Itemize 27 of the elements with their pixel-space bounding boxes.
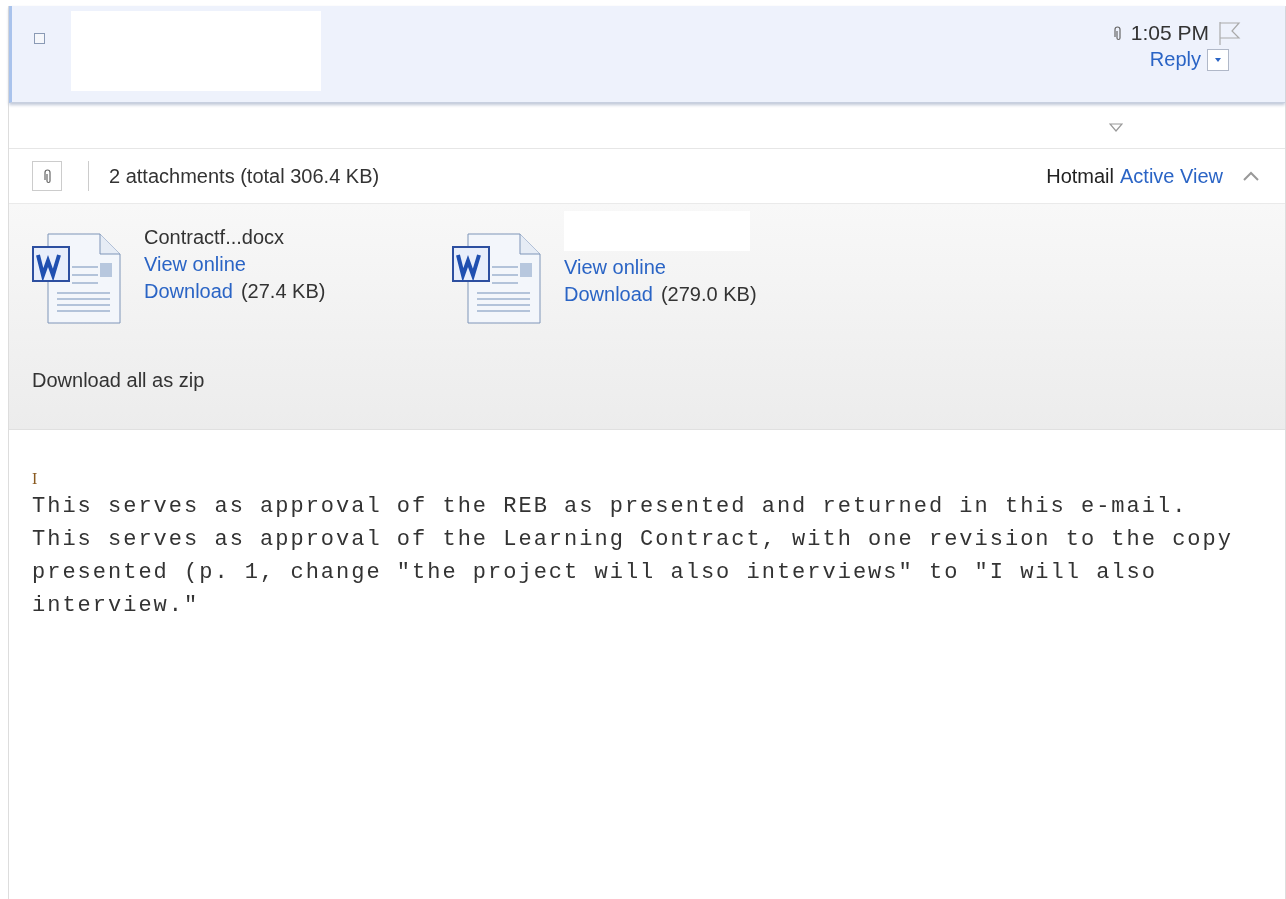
file-name: Contractf...docx (144, 226, 286, 249)
file-size: (27.4 KB) (240, 280, 326, 303)
caret-icon (1214, 56, 1222, 63)
expand-icon (1109, 123, 1123, 132)
flag-icon[interactable] (1217, 20, 1241, 46)
paperclip-icon (32, 161, 62, 191)
brand-label: Hotmail (1046, 164, 1114, 188)
message-line: This serves as approval of the Learning Contract, with one revision to the copy (32, 526, 1234, 554)
document-icon (32, 233, 122, 325)
message-line: presented (p. 1, change "the project will also interviews" to "I will also (32, 559, 1158, 587)
reply-dropdown-button[interactable] (1207, 48, 1229, 71)
select-checkbox[interactable] (34, 33, 45, 44)
view-online-link[interactable]: View online (144, 253, 326, 276)
download-link[interactable]: Download (564, 283, 653, 306)
text-mark: I (32, 469, 39, 489)
collapse-icon (1243, 171, 1259, 181)
file-size: (279.0 KB) (660, 283, 757, 306)
view-online-link[interactable]: View online (564, 256, 757, 279)
reply-link[interactable]: Reply (1149, 48, 1201, 71)
message-line: interview." (32, 592, 201, 620)
received-time: 1:05 PM (1130, 21, 1209, 45)
download-all-link[interactable]: Download all as zip (32, 369, 1285, 392)
active-view-link[interactable]: Active View (1120, 164, 1223, 188)
attachment-summary: 2 attachments (total 306.4 KB) (109, 164, 380, 188)
download-link[interactable]: Download (144, 280, 233, 303)
message-line: This serves as approval of the REB as presented and returned in this e-mail. (32, 493, 1189, 521)
document-icon (452, 233, 542, 325)
